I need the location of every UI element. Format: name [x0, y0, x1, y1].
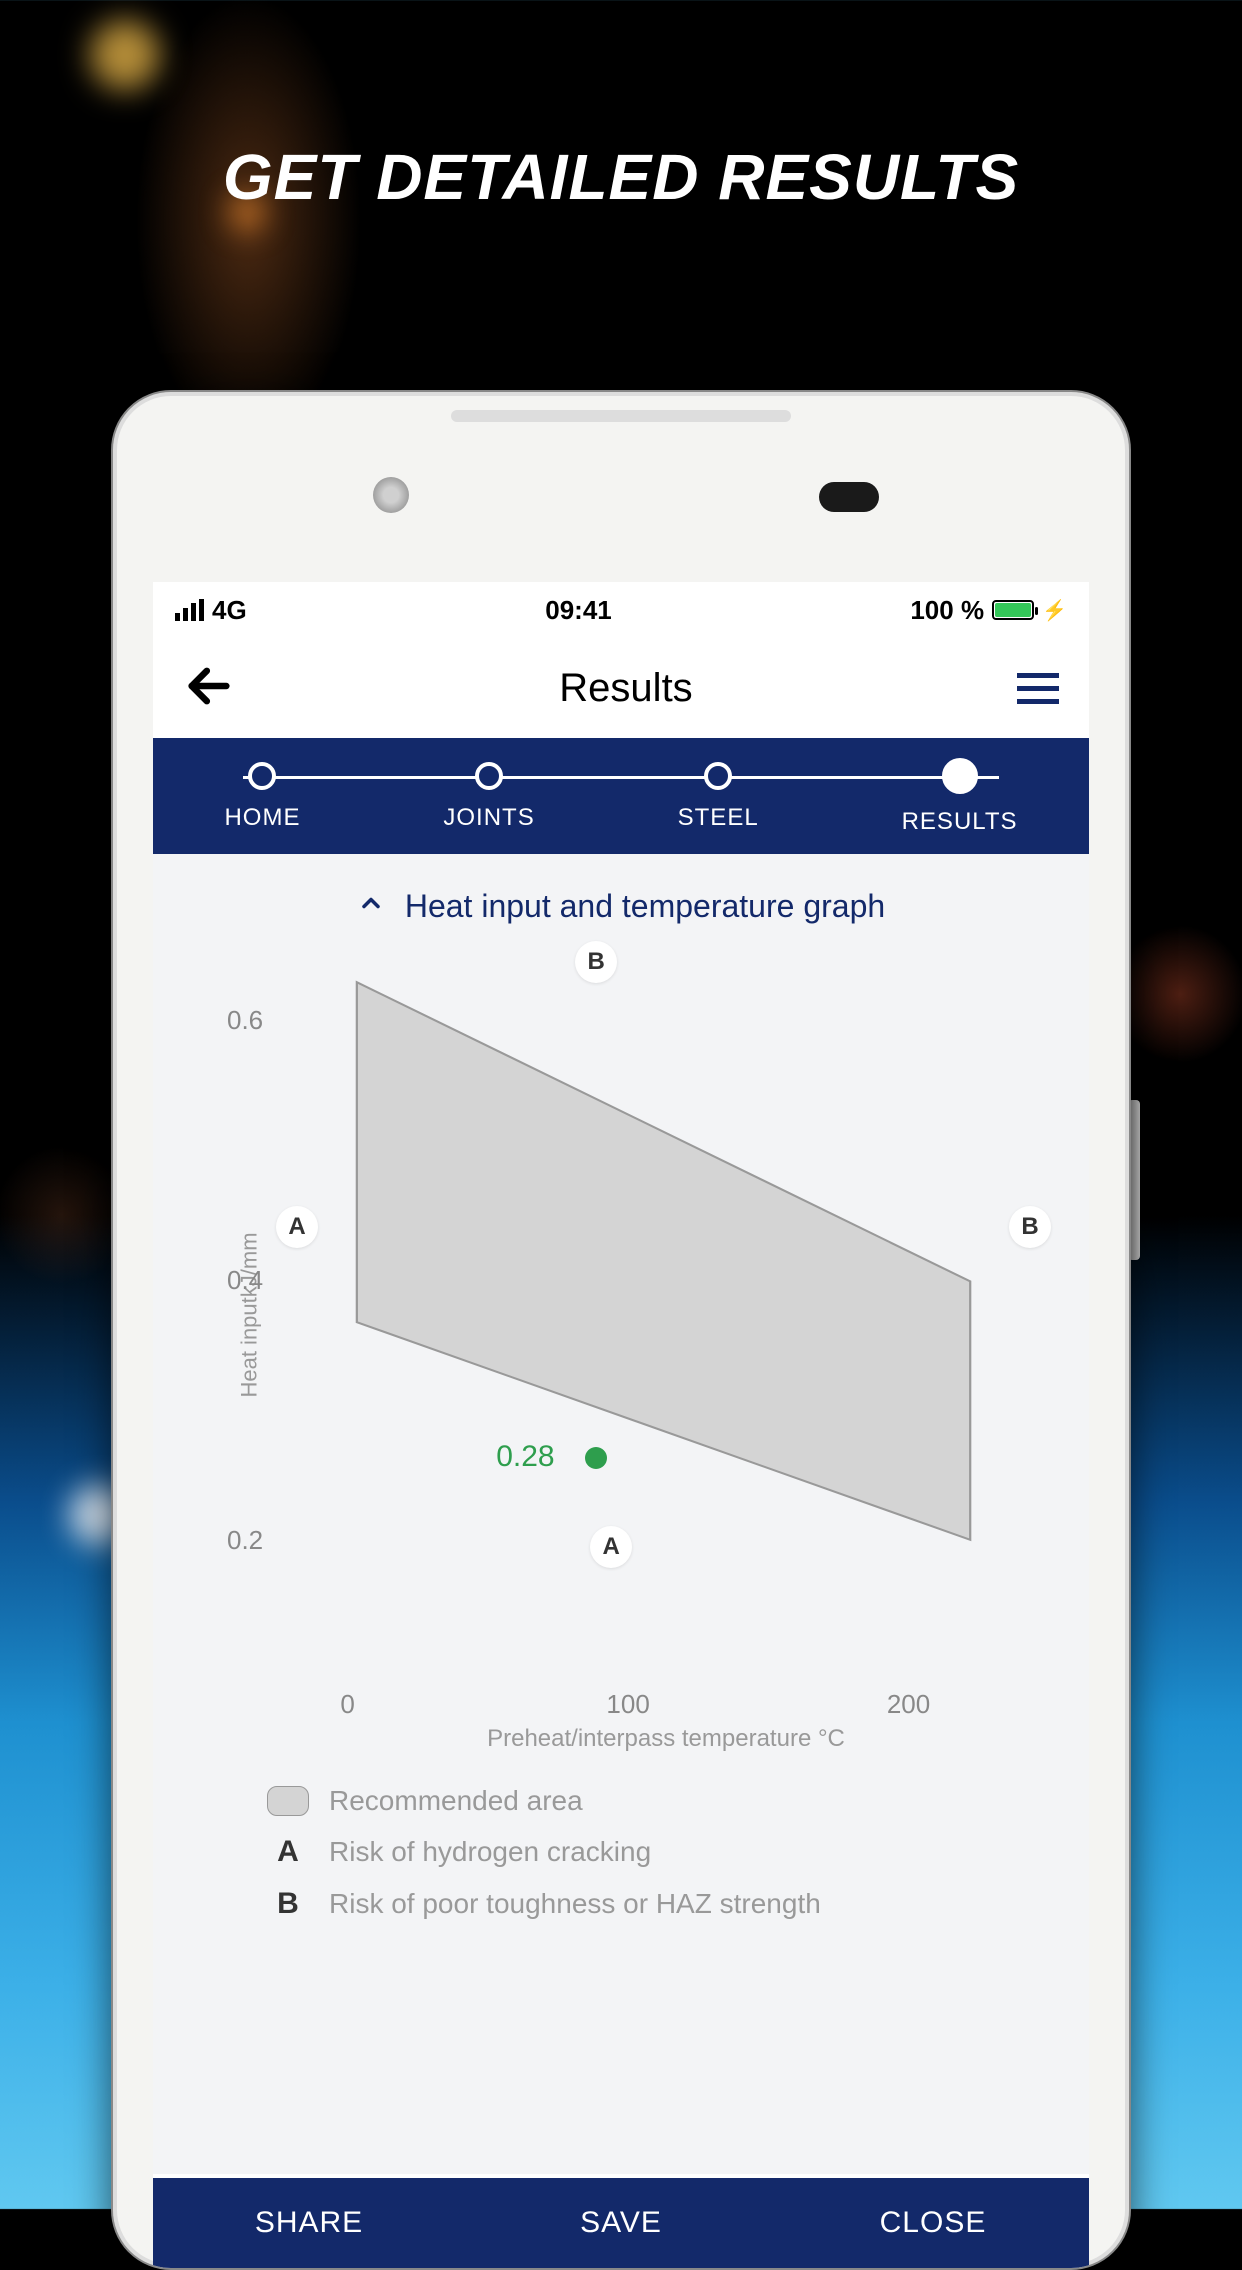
- step-label: JOINTS: [443, 804, 534, 832]
- chart-legend: Recommended area A Risk of hydrogen crac…: [267, 1785, 1075, 1921]
- step-joints[interactable]: JOINTS: [443, 762, 534, 836]
- step-dot-icon: [704, 762, 732, 790]
- menu-button[interactable]: [1017, 673, 1059, 704]
- step-dot-icon: [475, 762, 503, 790]
- step-label: HOME: [224, 804, 300, 832]
- ytick: 0.6: [227, 1005, 263, 1036]
- menu-icon: [1017, 673, 1059, 678]
- battery-icon: [992, 600, 1034, 620]
- chart: Heat inputkJ/mm 0.6 0.4 0.2 0.28 B A B A: [177, 955, 1065, 1675]
- chart-data-label: 0.28: [496, 1440, 554, 1474]
- status-bar: 4G 09:41 100 % ⚡: [153, 582, 1089, 638]
- legend-risk-a: A Risk of hydrogen cracking: [267, 1835, 1075, 1869]
- chart-corner-label: A: [590, 1526, 632, 1568]
- step-label: RESULTS: [902, 808, 1018, 836]
- section-header[interactable]: Heat input and temperature graph: [167, 854, 1075, 945]
- legend-swatch-icon: [267, 1786, 309, 1816]
- legend-label: Risk of hydrogen cracking: [329, 1836, 651, 1868]
- status-left: 4G: [175, 595, 247, 626]
- legend-letter: B: [267, 1887, 309, 1921]
- chart-xaxis: 0 100 200 Preheat/interpass temperature …: [287, 1675, 1045, 1755]
- step-dot-icon: [248, 762, 276, 790]
- chart-corner-label: B: [575, 941, 617, 983]
- signal-icon: [175, 599, 204, 621]
- chart-corner-label: A: [276, 1206, 318, 1248]
- arrow-left-icon: [183, 660, 235, 712]
- xtick: 0: [340, 1689, 354, 1720]
- chart-plot-region: 0.28 B A B A: [297, 955, 1045, 1635]
- legend-letter: A: [267, 1835, 309, 1869]
- xtick: 200: [887, 1689, 930, 1720]
- step-results[interactable]: RESULTS: [902, 762, 1018, 836]
- battery-percentage: 100 %: [910, 595, 984, 626]
- charging-icon: ⚡: [1042, 598, 1067, 623]
- chart-corner-label: B: [1009, 1206, 1051, 1248]
- ytick: 0.2: [227, 1525, 263, 1556]
- ytick: 0.4: [227, 1265, 263, 1296]
- legend-label: Recommended area: [329, 1785, 583, 1817]
- step-steel[interactable]: STEEL: [678, 762, 759, 836]
- nav-title: Results: [559, 666, 692, 711]
- chevron-up-icon: [357, 888, 385, 925]
- phone-sensor: [819, 482, 879, 512]
- legend-risk-b: B Risk of poor toughness or HAZ strength: [267, 1887, 1075, 1921]
- status-right: 100 % ⚡: [910, 595, 1067, 626]
- phone-camera: [373, 477, 409, 513]
- chart-polygon: [297, 955, 1045, 1635]
- back-button[interactable]: [183, 660, 235, 717]
- promo-heading: GET DETAILED RESULTS: [223, 140, 1019, 214]
- bottom-bar: SHARE SAVE CLOSE: [153, 2178, 1089, 2268]
- legend-recommended: Recommended area: [267, 1785, 1075, 1817]
- nav-header: Results: [153, 638, 1089, 738]
- legend-label: Risk of poor toughness or HAZ strength: [329, 1888, 821, 1920]
- step-dot-icon: [942, 758, 978, 794]
- status-time: 09:41: [545, 595, 612, 626]
- phone-frame: 4G 09:41 100 % ⚡ Results HOME: [111, 390, 1131, 2270]
- stepper-line: [243, 776, 999, 779]
- share-button[interactable]: SHARE: [153, 2206, 465, 2240]
- content: Heat input and temperature graph Heat in…: [153, 854, 1089, 2174]
- decorative-glow: [90, 20, 160, 90]
- step-label: STEEL: [678, 804, 759, 832]
- phone-earpiece: [451, 410, 791, 422]
- step-home[interactable]: HOME: [224, 762, 300, 836]
- phone-screen: 4G 09:41 100 % ⚡ Results HOME: [153, 582, 1089, 2268]
- close-button[interactable]: CLOSE: [777, 2206, 1089, 2240]
- save-button[interactable]: SAVE: [465, 2206, 777, 2240]
- xtick: 100: [606, 1689, 649, 1720]
- stepper: HOME JOINTS STEEL RESULTS: [153, 738, 1089, 854]
- network-type: 4G: [212, 595, 247, 626]
- chart-ylabel: Heat inputkJ/mm: [237, 1232, 263, 1397]
- chart-xlabel: Preheat/interpass temperature °C: [487, 1725, 845, 1753]
- section-title: Heat input and temperature graph: [405, 888, 885, 925]
